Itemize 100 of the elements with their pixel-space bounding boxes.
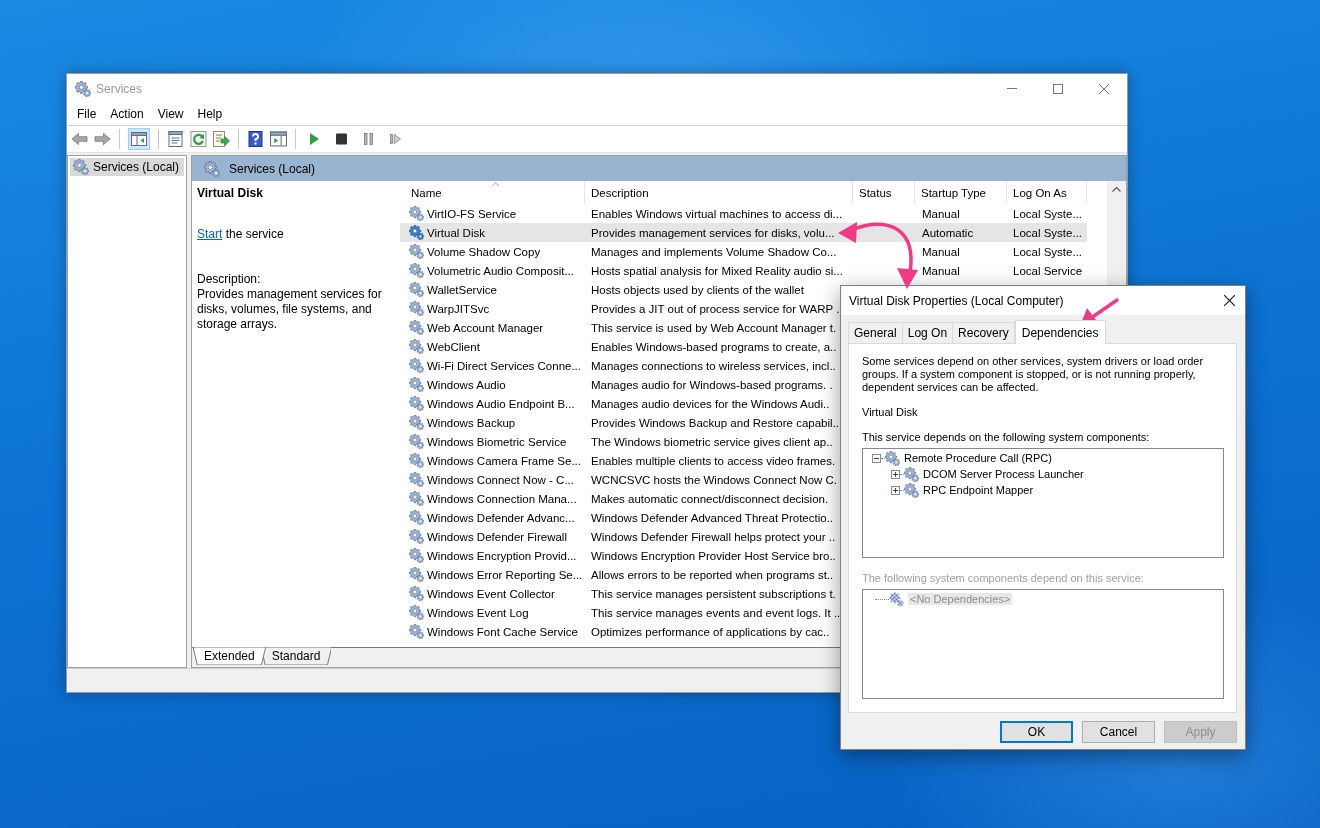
gear-icon [409,548,424,563]
service-description: Manages and implements Volume Shadow Co... [591,245,837,258]
service-name: Windows Font Cache Service [427,625,578,638]
collapse-box-icon[interactable] [872,453,881,463]
gear-icon [409,415,424,430]
refresh-icon[interactable] [190,131,207,147]
gear-icon [409,567,424,582]
back-arrow-icon[interactable] [71,131,88,147]
expand-box-icon[interactable] [891,469,900,479]
gear-icon [409,282,424,297]
tree-item[interactable]: Remote Procedure Call (RPC) [885,450,1054,466]
gear-icon [409,206,424,221]
startup-type: Manual [922,207,960,220]
menu-item[interactable]: File [70,107,104,121]
dialog-tab[interactable]: Log On [901,322,954,343]
dialog-tab[interactable]: Dependencies [1014,320,1106,344]
column-header[interactable]: Log On As [1007,181,1087,204]
service-description: Provides a JIT out of process service for WARP .. [591,302,843,315]
service-name: Windows Encryption Provid... [427,549,577,562]
gear-icon [204,160,220,177]
service-title: Virtual Disk [197,186,264,201]
service-name: Windows Event Collector [427,587,555,600]
service-description: Enables Windows virtual machines to access di... [591,207,843,220]
service-name: Windows Defender Advanc... [427,511,575,524]
gear-icon [409,453,424,468]
menu-item[interactable]: Help [190,107,230,121]
tree-toggle-button[interactable] [128,128,150,150]
tree-item[interactable]: DCOM Server Process Launcher [904,466,1086,482]
start-link[interactable]: Start [197,227,223,241]
forward-arrow-icon[interactable] [94,131,111,147]
table-row[interactable]: Virtual Disk Provides management services for disks, volu... Automatic Local Syste... [400,223,1087,242]
dialog-tab[interactable]: Recovery [952,322,1015,343]
export-list-icon[interactable] [213,131,230,147]
close-icon[interactable] [1224,295,1235,306]
startup-type: Automatic [922,226,974,239]
tree-item[interactable]: Services (Local) [70,158,184,176]
service-name: Windows Biometric Service [427,435,567,448]
service-description: The Windows biometric service gives client ap.. [591,435,833,448]
gear-icon [409,624,424,639]
gear-icon [409,377,424,392]
tree-item[interactable]: RPC Endpoint Mapper [904,482,1036,498]
service-description-text: Provides management services for disks, volumes, file systems, and storage arrays. [197,287,383,332]
table-row[interactable]: VirtIO-FS Service Enables Windows virtual machines to access di... Manual Local Syste... [400,204,1087,223]
service-description: Manages audio devices for the Windows Audi.. [591,397,830,410]
service-name: Web Account Manager [427,321,544,334]
service-description: WCNCSVC hosts the Windows Connect Now C. [591,473,838,486]
table-row[interactable]: Volume Shadow Copy Manages and implements Volume Shadow Co... Manual Local Syste... [400,242,1087,261]
dialog-button[interactable]: OK [1000,721,1073,743]
gear-icon [409,510,424,525]
column-header[interactable]: Name [400,181,585,204]
menu-item[interactable]: View [150,107,191,121]
service-name: Windows Connection Mana... [427,492,577,505]
gear-icon [409,529,424,544]
startup-type: Manual [922,245,960,258]
service-name-label: Virtual Disk [862,406,919,419]
help-icon[interactable] [247,131,264,147]
service-name: Windows Audio [427,378,506,391]
service-description: This service manages events and event logs. It .. [591,606,841,619]
service-description: This service is used by Web Account Manager t. [591,321,837,334]
depends-on-tree[interactable]: Remote Procedure Call (RPC) DCOM Server Process Launcher RPC Endpoint Mapper [862,448,1224,558]
view-tab[interactable]: Standard [260,647,332,665]
service-name: Wi-Fi Direct Services Conne... [427,359,581,372]
pane-title: Services (Local) [229,161,316,176]
view-tab[interactable]: Extended [193,647,266,665]
description-label: Description: [197,272,262,287]
maximize-icon[interactable] [1053,83,1063,94]
play-icon[interactable] [309,133,320,145]
service-name: WalletService [427,283,497,296]
dialog-tab[interactable]: General [848,322,903,343]
column-header[interactable]: Status [853,181,915,204]
dialog-button[interactable]: Cancel [1082,721,1155,743]
restart-icon[interactable] [390,133,401,145]
pane-layout-icon [131,132,147,146]
stop-icon[interactable] [336,133,347,145]
service-name: WarpJITSvc [427,302,490,315]
pause-icon[interactable] [363,133,374,145]
dependents-label: The following system components depend on this service: [862,572,1145,585]
table-row[interactable]: Volumetric Audio Composit... Hosts spatial analysis for Mixed Reality audio si... Manual Local Service [400,261,1087,280]
service-description: Windows Encryption Provider Host Service bro.. [591,549,836,562]
gear-icon [409,225,424,240]
scroll-up-icon[interactable] [1112,187,1121,192]
column-header[interactable]: Startup Type [915,181,1007,204]
service-description: Allows errors to be reported when programs st.. [591,568,834,581]
gear-icon [75,80,91,97]
service-description: Provides Windows Backup and Restore capabil.. [591,416,839,429]
service-name: Windows Error Reporting Se... [427,568,583,581]
gear-icon [409,320,424,335]
service-description: Windows Defender Advanced Threat Protectio.. [591,511,834,524]
column-header[interactable]: Description [585,181,853,204]
menu-item[interactable]: Action [103,107,151,121]
action-pane-icon[interactable] [270,131,287,147]
service-description: Hosts spatial analysis for Mixed Reality audio si... [591,264,843,277]
gear-icon [409,434,424,449]
service-name: Volume Shadow Copy [427,245,541,258]
service-name: VirtIO-FS Service [427,207,517,220]
properties-icon[interactable] [167,131,184,147]
service-description: Windows Defender Firewall helps protect your .. [591,530,836,543]
dialog-title: Virtual Disk Properties (Local Computer) [849,293,1064,308]
expand-box-icon[interactable] [891,485,900,495]
service-description: Provides management services for disks, volu... [591,226,835,239]
